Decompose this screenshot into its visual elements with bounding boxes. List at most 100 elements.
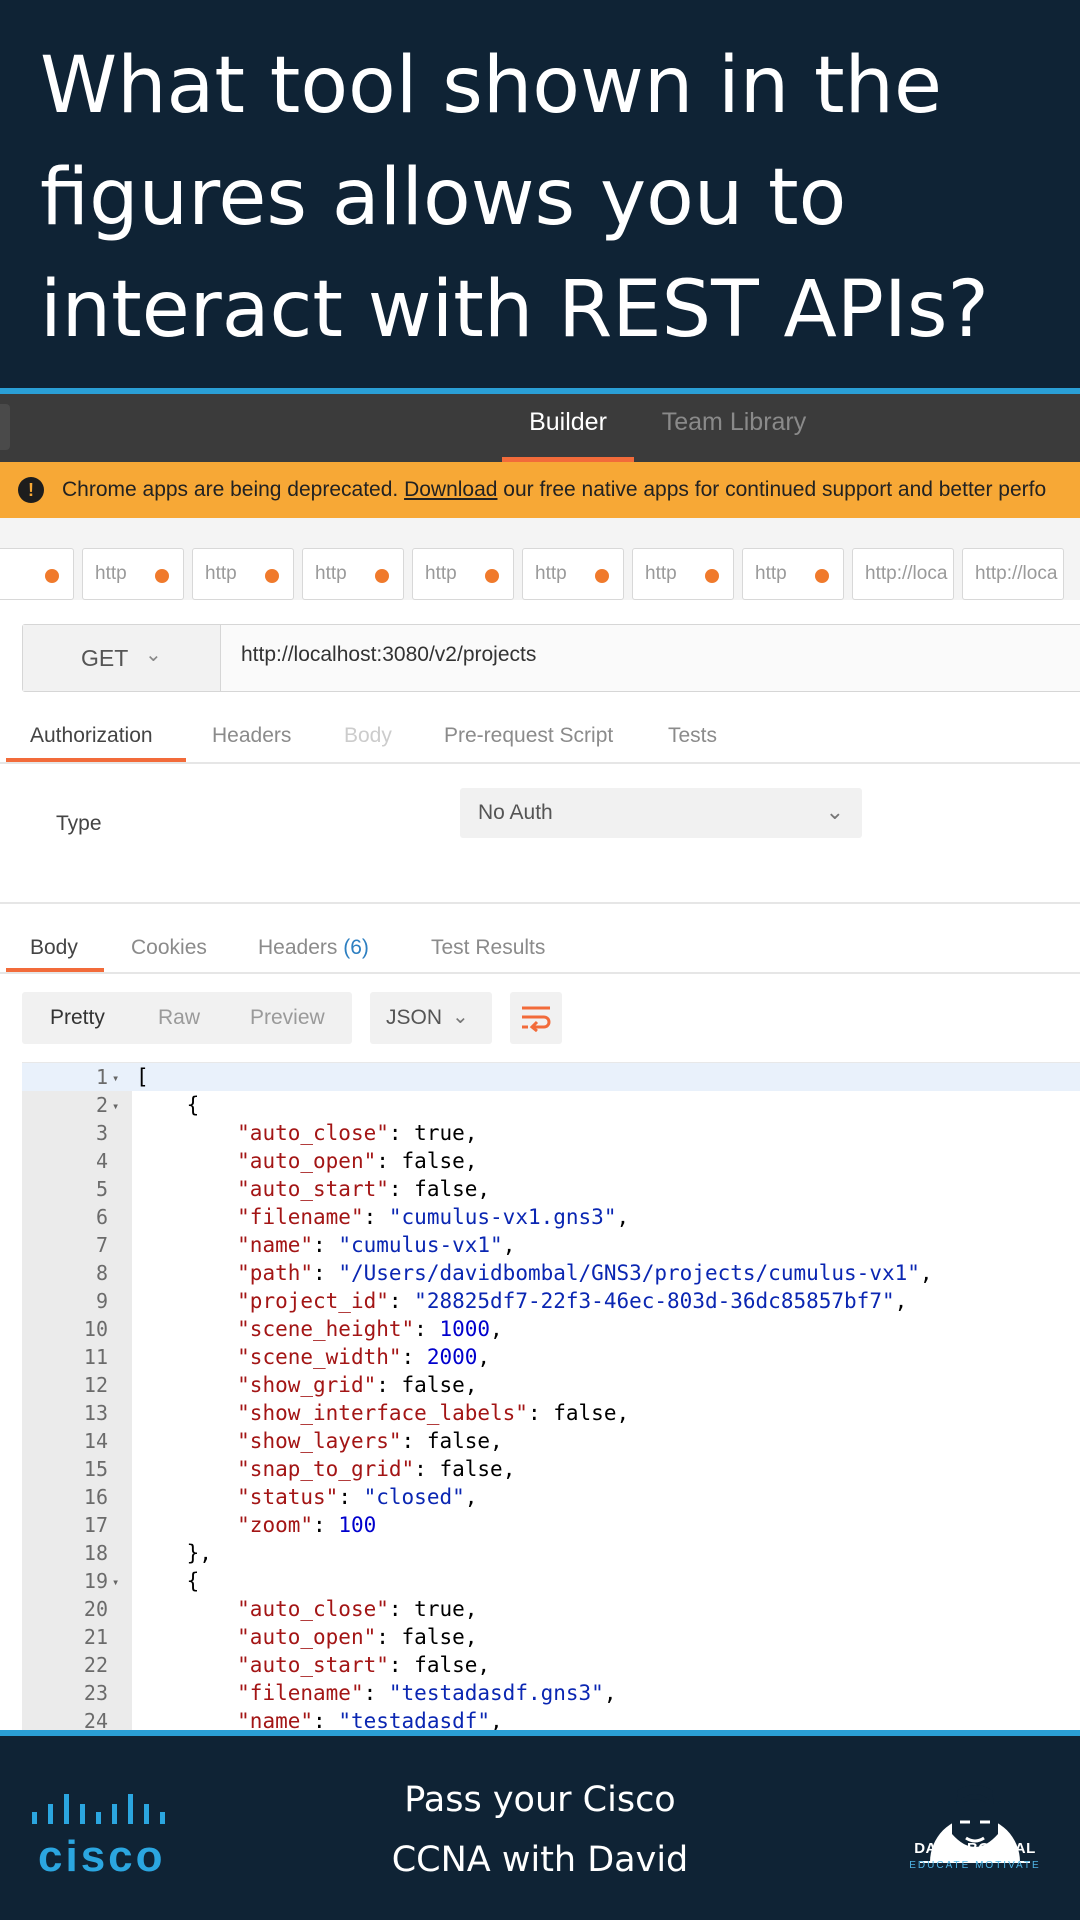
code-text: { (136, 1093, 200, 1117)
code-line: 6 "filename": "cumulus-vx1.gns3", (22, 1203, 1080, 1231)
line-number: 7 (95, 1233, 108, 1257)
tab-builder[interactable]: Builder (502, 394, 634, 462)
cisco-wordmark: cisco (38, 1832, 166, 1881)
code-line: 20 "auto_close": true, (22, 1595, 1080, 1623)
tab-response-headers[interactable]: Headers (6) (258, 936, 369, 960)
url-input[interactable]: http://localhost:3080/v2/projects (241, 643, 536, 667)
code-text: }, (136, 1541, 212, 1565)
code-line: 7 "name": "cumulus-vx1", (22, 1231, 1080, 1259)
tab-test-results[interactable]: Test Results (431, 936, 545, 960)
response-code-editor[interactable]: 1 ▾[2 ▾ {3 "auto_close": true, 4 "auto_open… (22, 1062, 1080, 1730)
request-tab[interactable]: http://loca (852, 548, 954, 600)
request-tab[interactable]: http (0, 548, 74, 600)
postman-screenshot: Builder Team Library ! Chrome apps are b… (0, 394, 1080, 1730)
code-line: 10 "scene_height": 1000, (22, 1315, 1080, 1343)
wrap-lines-icon (522, 1006, 551, 1032)
code-line: 13 "show_interface_labels": false, (22, 1399, 1080, 1427)
tab-body[interactable]: Body (344, 724, 392, 748)
code-line: 9 "project_id": "28825df7-22f3-46ec-803d… (22, 1287, 1080, 1315)
code-line: 21 "auto_open": false, (22, 1623, 1080, 1651)
chevron-down-icon: ⌄ (825, 799, 844, 824)
code-line: 22 "auto_start": false, (22, 1651, 1080, 1679)
code-text: "project_id": "28825df7-22f3-46ec-803d-3… (237, 1289, 908, 1313)
request-tab[interactable]: http (192, 548, 294, 600)
tab-response-body[interactable]: Body (30, 936, 78, 960)
raw-button[interactable]: Raw (158, 1006, 200, 1030)
line-number: 17 (83, 1513, 108, 1537)
line-number: 20 (83, 1597, 108, 1621)
download-link[interactable]: Download (404, 478, 497, 501)
request-tab[interactable]: http (412, 548, 514, 600)
line-number: 12 (83, 1373, 108, 1397)
format-value: JSON (386, 1006, 443, 1029)
tab-headers[interactable]: Headers (212, 724, 291, 748)
auth-type-row: Type No Auth ⌄ (0, 764, 1080, 894)
code-text: "show_layers": false, (237, 1429, 503, 1453)
footer-tagline: Pass your Cisco CCNA with David (340, 1770, 740, 1890)
exclamation-icon: ! (18, 477, 44, 503)
footer-line-1: Pass your Cisco (404, 1780, 676, 1820)
tab-team-library[interactable]: Team Library (648, 394, 820, 462)
code-text: "status": "closed", (237, 1485, 478, 1509)
fold-arrow-icon[interactable]: ▾ (112, 1568, 119, 1596)
code-text: "auto_start": false, (237, 1177, 491, 1201)
brand-tagline: EDUCATE MOTIVATE (909, 1860, 1041, 1871)
code-text: "zoom": 100 (237, 1513, 377, 1537)
code-line: 8 "path": "/Users/davidbombal/GNS3/proje… (22, 1259, 1080, 1287)
fold-arrow-icon[interactable]: ▾ (112, 1064, 119, 1092)
code-line: 3 "auto_close": true, (22, 1119, 1080, 1147)
preview-button[interactable]: Preview (250, 1006, 325, 1030)
tab-cookies[interactable]: Cookies (131, 936, 207, 960)
line-number: 21 (83, 1625, 108, 1649)
pretty-button[interactable]: Pretty (50, 1006, 105, 1030)
request-tab[interactable]: http (632, 548, 734, 600)
code-text: "name": "testadasdf", (237, 1709, 503, 1730)
unsaved-dot-icon (815, 569, 829, 583)
line-number: 8 (95, 1261, 108, 1285)
active-tab-underline (6, 968, 104, 972)
unsaved-dot-icon (45, 569, 59, 583)
auth-type-select[interactable]: No Auth ⌄ (460, 788, 862, 838)
request-tab[interactable]: http (302, 548, 404, 600)
code-line: 1 ▾ [ (22, 1063, 1080, 1091)
headers-count-badge: (6) (343, 936, 369, 959)
request-tab[interactable]: http (742, 548, 844, 600)
line-number: 22 (83, 1653, 108, 1677)
code-line: 2 ▾ { (22, 1091, 1080, 1119)
app-header: Builder Team Library (0, 394, 1080, 462)
code-line: 12 "show_grid": false, (22, 1371, 1080, 1399)
window-edge (0, 404, 10, 450)
code-line: 11 "scene_width": 2000, (22, 1343, 1080, 1371)
code-text: "filename": "cumulus-vx1.gns3", (237, 1205, 630, 1229)
request-tab[interactable]: http (522, 548, 624, 600)
unsaved-dot-icon (155, 569, 169, 583)
code-line: 23 "filename": "testadasdf.gns3", (22, 1679, 1080, 1707)
line-number: 16 (83, 1485, 108, 1509)
tab-tests[interactable]: Tests (668, 724, 717, 748)
chevron-down-icon: ⌄ (452, 1006, 469, 1028)
code-text: [ (136, 1065, 149, 1089)
tab-authorization[interactable]: Authorization (30, 724, 153, 748)
line-number: 1 (95, 1065, 108, 1089)
code-text: { (136, 1569, 200, 1593)
line-number: 24 (83, 1709, 108, 1730)
code-line: 5 "auto_start": false, (22, 1175, 1080, 1203)
unsaved-dot-icon (595, 569, 609, 583)
request-tab[interactable]: http://loca (962, 548, 1064, 600)
request-tab[interactable]: http (82, 548, 184, 600)
tab-pre-request-script[interactable]: Pre-request Script (444, 724, 613, 748)
wrap-lines-button[interactable] (510, 992, 562, 1044)
code-line: 19 ▾ { (22, 1567, 1080, 1595)
url-bar: GET ⌄ http://localhost:3080/v2/projects (22, 624, 1080, 692)
footer-line-2: CCNA with David (391, 1840, 689, 1880)
unsaved-dot-icon (265, 569, 279, 583)
type-label: Type (56, 812, 102, 835)
code-text: "path": "/Users/davidbombal/GNS3/project… (237, 1261, 933, 1285)
method-select[interactable]: GET ⌄ (23, 625, 221, 691)
line-number: 2 (95, 1093, 108, 1117)
code-text: "scene_width": 2000, (237, 1345, 491, 1369)
line-number: 4 (95, 1149, 108, 1173)
fold-arrow-icon[interactable]: ▾ (112, 1092, 119, 1120)
code-text: "auto_start": false, (237, 1653, 491, 1677)
format-select[interactable]: JSON ⌄ (370, 992, 492, 1044)
